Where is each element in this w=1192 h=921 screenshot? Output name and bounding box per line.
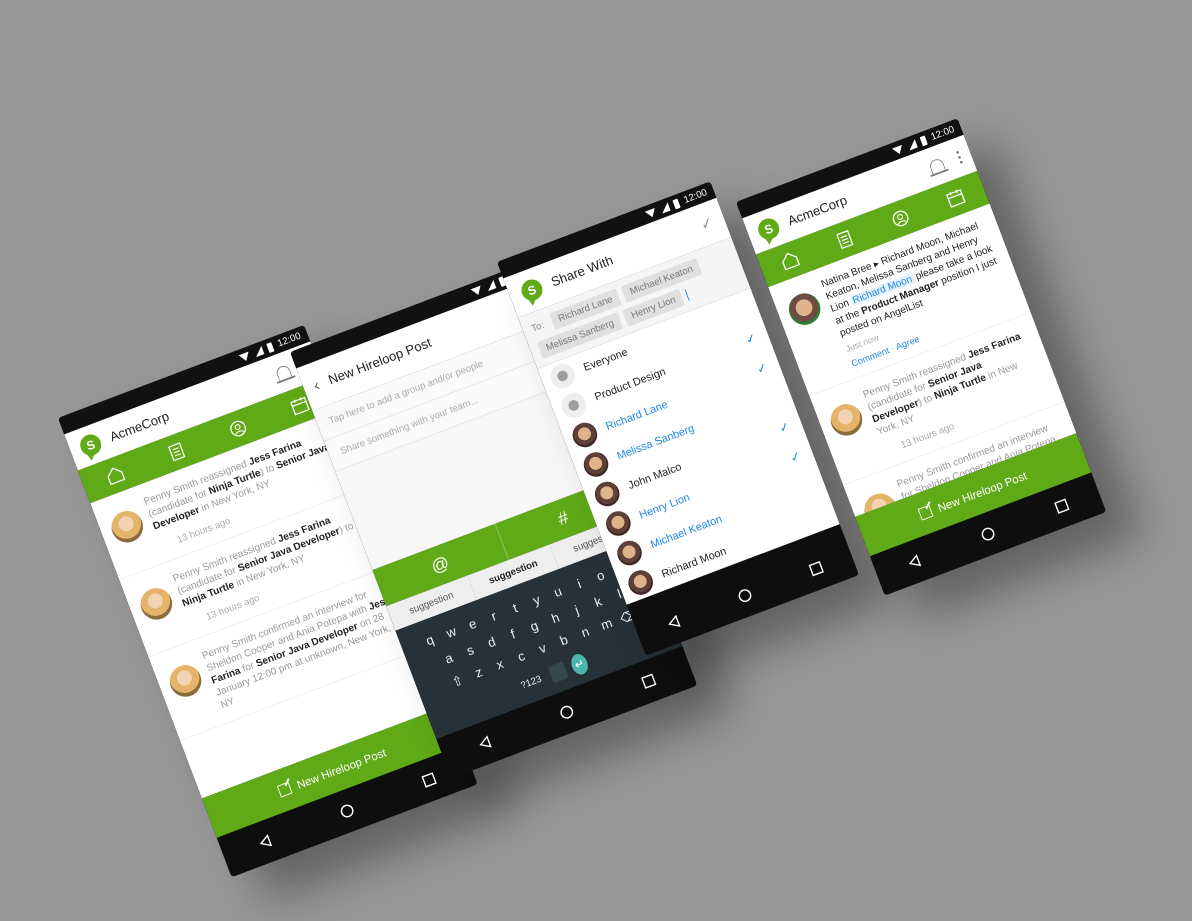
avatar [826,399,867,441]
key[interactable]: j [567,601,587,621]
nav-recent-icon[interactable] [1053,497,1071,515]
key[interactable]: i [569,574,589,594]
avatar [602,507,635,540]
person-icon[interactable] [888,206,913,231]
avatar [613,537,646,569]
calendar-icon[interactable] [943,185,968,210]
nav-back-icon[interactable] [905,553,923,571]
signal-icon [253,345,265,357]
key[interactable]: o [591,566,611,586]
nav-back-icon[interactable] [665,613,683,631]
avatar [591,478,624,510]
key[interactable]: e [463,615,483,635]
wifi-icon [470,285,484,297]
home-icon[interactable] [102,463,127,488]
key[interactable]: h [546,609,566,629]
nav-back-icon[interactable] [256,833,274,851]
key[interactable]: c [511,647,531,667]
key[interactable]: a [439,649,459,669]
signal-icon [906,138,919,151]
symbols-key[interactable]: ?123 [516,673,546,693]
edit-icon [276,781,293,798]
key[interactable]: z [469,663,489,683]
avatar [106,506,148,548]
key[interactable]: k [588,593,608,613]
key[interactable]: b [554,631,574,651]
battery-icon [672,197,681,209]
text-cursor [684,289,690,301]
key[interactable]: n [575,623,595,643]
wifi-icon [892,144,905,156]
avatar [569,419,601,451]
home-icon[interactable] [777,248,802,273]
app-logo[interactable]: S [518,276,546,304]
group-icon [557,389,590,422]
shift-key[interactable]: ⇧ [447,671,467,691]
avatar [136,583,177,625]
edit-icon [917,504,934,521]
nav-recent-icon[interactable] [807,560,825,578]
avatar [624,566,657,599]
nav-recent-icon[interactable] [420,771,438,789]
key[interactable]: d [482,633,502,653]
avatar [580,448,612,481]
nav-home-icon[interactable] [736,587,754,605]
nav-back-icon[interactable] [476,734,494,752]
to-label: To: [530,319,546,335]
key[interactable]: x [490,655,510,675]
signal-icon [659,202,671,214]
avatar [784,288,825,330]
key[interactable]: q [420,631,440,651]
wifi-icon [645,207,658,219]
key[interactable]: w [441,623,461,643]
check-icon[interactable] [768,394,781,399]
enter-key[interactable]: ↵ [568,651,591,677]
nav-recent-icon[interactable] [640,672,658,690]
check-icon[interactable] [813,513,826,518]
key[interactable]: t [505,599,525,619]
app-logo: S [755,215,783,243]
battery-icon [919,134,929,146]
nav-home-icon[interactable] [338,802,356,820]
key[interactable]: y [527,591,547,611]
key[interactable]: f [503,625,523,645]
document-icon[interactable] [164,440,189,465]
check-icon[interactable] [735,306,748,311]
key[interactable]: g [524,617,544,637]
wifi-icon [238,351,252,363]
person-icon[interactable] [225,416,250,441]
overflow-menu-icon[interactable] [955,150,963,164]
nav-home-icon[interactable] [558,703,576,721]
key[interactable]: r [484,607,504,627]
signal-icon [485,279,497,291]
space-key[interactable] [547,661,569,684]
key[interactable]: m [597,615,617,635]
key[interactable]: s [460,641,480,661]
back-arrow-icon[interactable]: ‹ [311,376,322,395]
app-logo: S [77,431,105,459]
key[interactable]: v [533,639,553,659]
avatar [165,660,206,702]
check-icon[interactable] [802,483,815,488]
group-icon [546,360,579,392]
key[interactable]: u [548,583,568,603]
document-icon[interactable] [833,227,858,252]
battery-icon [266,341,275,353]
agree-link[interactable]: Agree [894,334,921,353]
nav-home-icon[interactable] [979,525,997,543]
